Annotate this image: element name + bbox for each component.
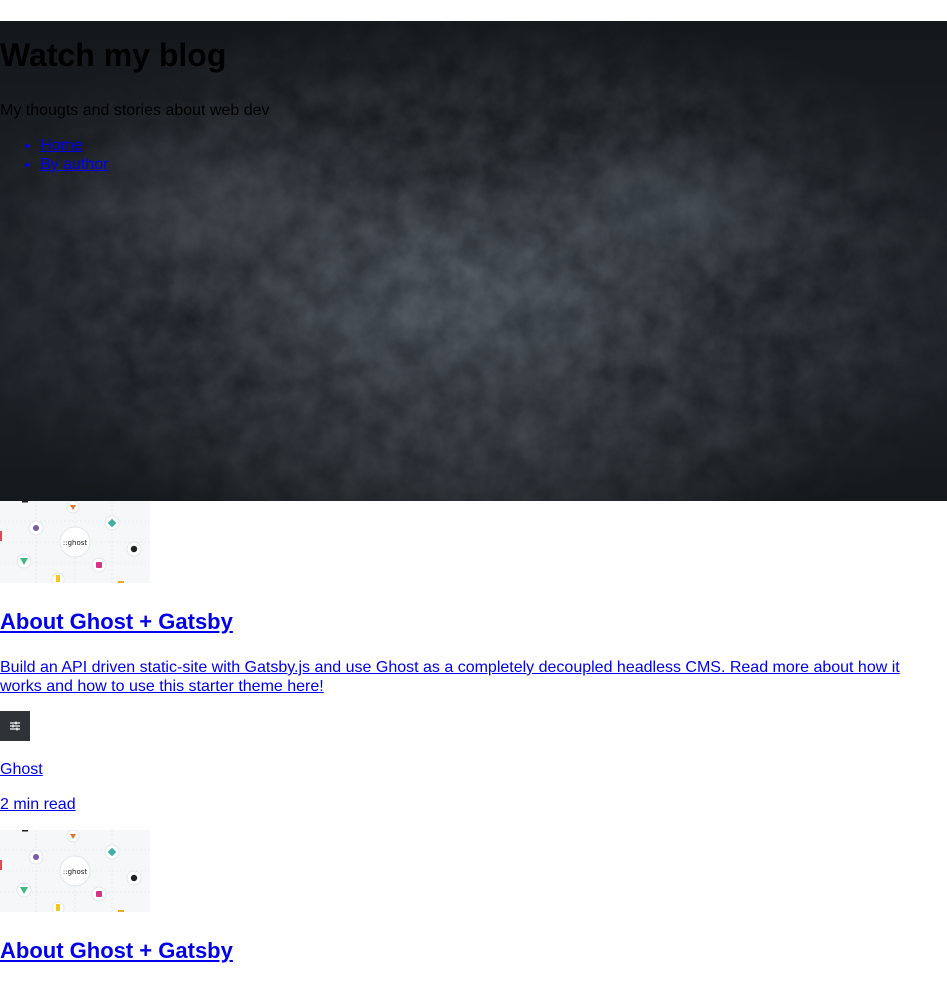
post-card-image[interactable]: ::ghost [0, 830, 150, 912]
post-reading-time[interactable]: 2 min read [0, 796, 76, 814]
post-title: About Ghost + Gatsby [0, 940, 233, 962]
svg-text:::ghost: ::ghost [63, 868, 88, 876]
nav-link-home[interactable]: Home [40, 137, 83, 154]
post-excerpt[interactable]: Build an API driven static-site with Gat… [0, 658, 945, 696]
post-title-link[interactable]: About Ghost + Gatsby [0, 938, 233, 963]
hero-background-image [0, 21, 947, 501]
svg-text:::ghost: ::ghost [63, 539, 88, 547]
site-title: Watch my blog [0, 37, 227, 73]
ghost-integrations-image: ::ghost [0, 501, 150, 583]
nav-item-home: Home [40, 136, 108, 155]
sliders-icon [10, 721, 20, 731]
post-title-link[interactable]: About Ghost + Gatsby [0, 609, 233, 634]
post-tag[interactable]: Ghost [0, 761, 43, 779]
nav-item-by-author: By author [40, 155, 108, 174]
site-description: My thougts and stories about web dev [0, 102, 270, 119]
nav-link-by-author[interactable]: By author [40, 156, 108, 173]
post-card-image[interactable]: ::ghost [0, 501, 150, 583]
site-nav: Home By author [0, 136, 108, 174]
site-header-hero: Watch my blog My thougts and stories abo… [0, 21, 947, 501]
ghost-integrations-image: ::ghost [0, 830, 150, 912]
post-title: About Ghost + Gatsby [0, 611, 233, 633]
filter-button[interactable] [0, 711, 30, 741]
